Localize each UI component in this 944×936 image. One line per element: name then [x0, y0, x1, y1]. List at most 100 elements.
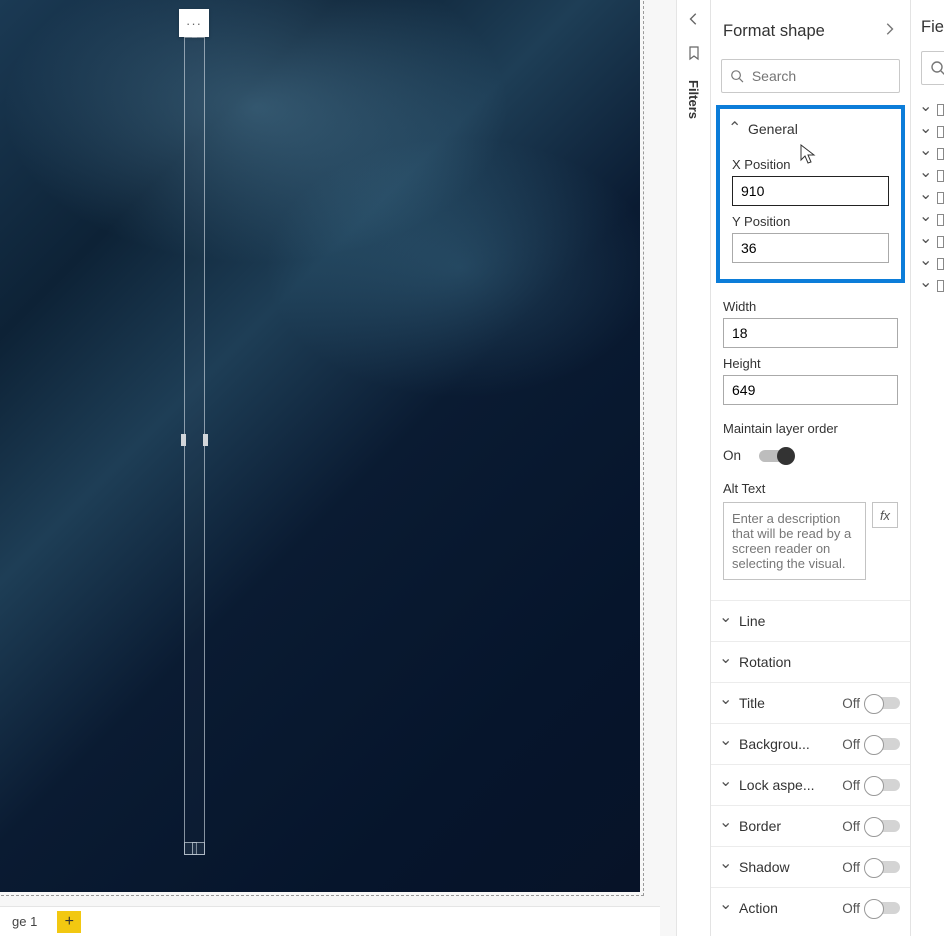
title-state: Off: [842, 696, 860, 711]
lock-toggle[interactable]: [866, 779, 900, 791]
format-shape-panel: Format shape General X Position Y Positi…: [710, 0, 910, 936]
border-toggle[interactable]: [866, 820, 900, 832]
chevron-down-icon: [919, 170, 931, 182]
height-label: Height: [723, 356, 898, 371]
section-rotation[interactable]: Rotation: [711, 641, 910, 682]
resize-handle-ml[interactable]: [181, 434, 186, 446]
field-table-5[interactable]: [911, 187, 944, 209]
field-table-1[interactable]: [911, 99, 944, 121]
field-table-7[interactable]: [911, 231, 944, 253]
selected-shape[interactable]: [184, 25, 205, 855]
field-table-6[interactable]: [911, 209, 944, 231]
title-toggle[interactable]: [866, 697, 900, 709]
fields-search[interactable]: [921, 51, 944, 85]
table-icon: [937, 104, 944, 116]
lock-state: Off: [842, 778, 860, 793]
shadow-toggle[interactable]: [866, 861, 900, 873]
table-icon: [937, 236, 944, 248]
alt-text-fx-button[interactable]: fx: [872, 502, 898, 528]
field-table-9[interactable]: [911, 275, 944, 297]
filters-pane-collapsed: Filters: [676, 0, 710, 936]
x-position-label: X Position: [732, 157, 889, 172]
field-table-3[interactable]: [911, 143, 944, 165]
background-state: Off: [842, 737, 860, 752]
alt-text-label: Alt Text: [723, 481, 898, 496]
chevron-down-icon: [719, 738, 731, 750]
x-position-input[interactable]: [732, 176, 889, 206]
action-state: Off: [842, 901, 860, 916]
chevron-down-icon: [719, 902, 731, 914]
page-tab-1[interactable]: ge 1: [4, 910, 45, 933]
chevron-down-icon: [919, 192, 931, 204]
field-table-2[interactable]: [911, 121, 944, 143]
section-border[interactable]: Border Off: [711, 805, 910, 846]
section-shadow[interactable]: Shadow Off: [711, 846, 910, 887]
fields-title: Fie: [921, 18, 944, 37]
field-table-8[interactable]: [911, 253, 944, 275]
action-toggle[interactable]: [866, 902, 900, 914]
bookmark-icon[interactable]: [686, 45, 702, 66]
table-icon: [937, 192, 944, 204]
highlighted-region: General X Position Y Position: [716, 105, 905, 283]
section-line[interactable]: Line: [711, 600, 910, 641]
section-lock-aspect[interactable]: Lock aspe... Off: [711, 764, 910, 805]
report-canvas[interactable]: ··· ge 1 +: [0, 0, 676, 936]
section-title[interactable]: Title Off: [711, 682, 910, 723]
shadow-state: Off: [842, 860, 860, 875]
table-icon: [937, 126, 944, 138]
y-position-input[interactable]: [732, 233, 889, 263]
chevron-down-icon: [919, 148, 931, 160]
section-border-label: Border: [739, 818, 781, 834]
section-background-label: Backgrou...: [739, 736, 810, 752]
chevron-down-icon: [919, 214, 931, 226]
section-general-label: General: [748, 121, 798, 137]
expand-filters-icon[interactable]: [683, 8, 705, 35]
width-label: Width: [723, 299, 898, 314]
section-rotation-label: Rotation: [739, 654, 791, 670]
fields-panel: Fie: [910, 0, 944, 936]
section-action[interactable]: Action Off: [711, 887, 910, 928]
border-state: Off: [842, 819, 860, 834]
chevron-up-icon: [728, 123, 740, 135]
width-input[interactable]: [723, 318, 898, 348]
section-shadow-label: Shadow: [739, 859, 790, 875]
chevron-down-icon: [919, 236, 931, 248]
page-background: [0, 0, 640, 892]
section-general-header[interactable]: General: [720, 111, 901, 147]
resize-handle-br[interactable]: [192, 842, 205, 855]
add-page-button[interactable]: +: [57, 911, 81, 933]
section-action-label: Action: [739, 900, 778, 916]
search-icon: [730, 68, 744, 84]
section-lock-label: Lock aspe...: [739, 777, 815, 793]
field-table-4[interactable]: [911, 165, 944, 187]
search-icon: [930, 60, 944, 76]
chevron-down-icon: [719, 615, 731, 627]
maintain-layer-label: Maintain layer order: [723, 421, 898, 436]
chevron-down-icon: [719, 656, 731, 668]
visual-more-button[interactable]: ···: [179, 9, 209, 37]
table-icon: [937, 214, 944, 226]
height-input[interactable]: [723, 375, 898, 405]
table-icon: [937, 148, 944, 160]
filters-label[interactable]: Filters: [686, 80, 701, 119]
section-title-label: Title: [739, 695, 765, 711]
chevron-down-icon: [719, 697, 731, 709]
chevron-down-icon: [919, 280, 931, 292]
chevron-down-icon: [719, 779, 731, 791]
maintain-layer-toggle[interactable]: [759, 450, 793, 462]
chevron-down-icon: [919, 126, 931, 138]
background-toggle[interactable]: [866, 738, 900, 750]
table-icon: [937, 258, 944, 270]
table-icon: [937, 280, 944, 292]
section-background[interactable]: Backgrou... Off: [711, 723, 910, 764]
panel-title: Format shape: [723, 22, 825, 41]
page-tabs: ge 1 +: [0, 906, 660, 936]
resize-handle-mr[interactable]: [203, 434, 208, 446]
next-pane-icon[interactable]: [878, 18, 900, 45]
table-icon: [937, 170, 944, 182]
chevron-down-icon: [919, 258, 931, 270]
chevron-down-icon: [719, 820, 731, 832]
format-search[interactable]: [721, 59, 900, 93]
alt-text-input[interactable]: Enter a description that will be read by…: [723, 502, 866, 580]
format-search-input[interactable]: [752, 68, 891, 84]
